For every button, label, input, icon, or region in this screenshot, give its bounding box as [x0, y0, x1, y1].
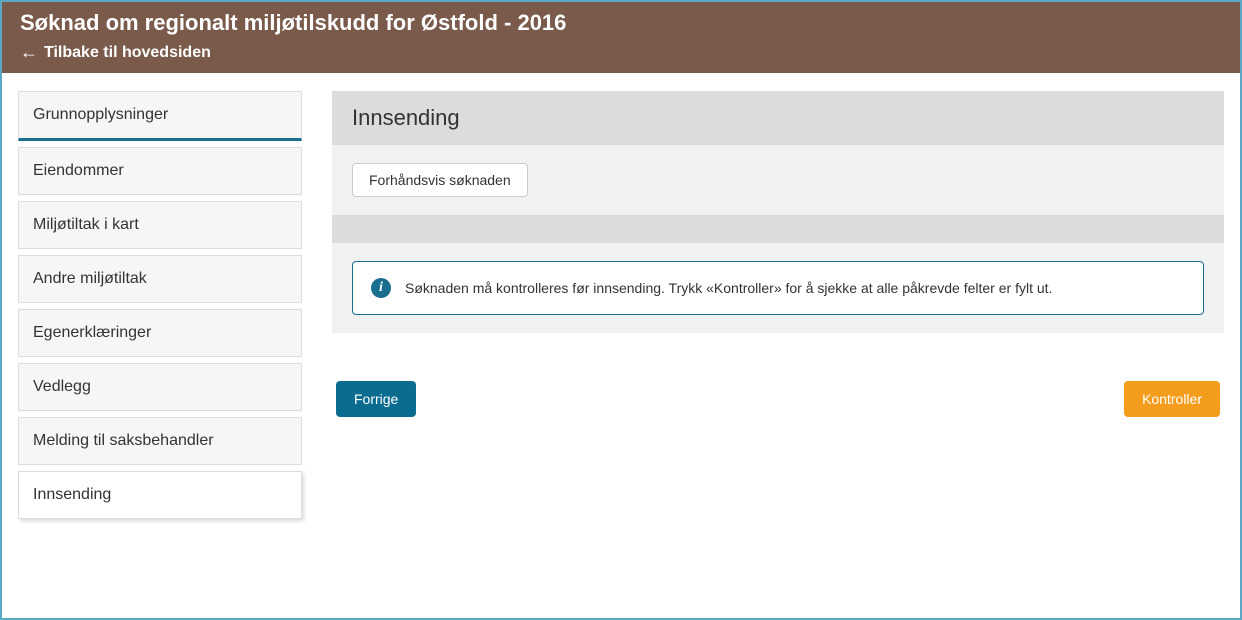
sidebar-item-label: Miljøtiltak i kart	[33, 216, 139, 233]
kontroller-button[interactable]: Kontroller	[1124, 381, 1220, 417]
sidebar-item-label: Melding til saksbehandler	[33, 432, 214, 449]
sidebar-item-melding[interactable]: Melding til saksbehandler	[18, 417, 302, 465]
page-header: Søknad om regionalt miljøtilskudd for Øs…	[2, 2, 1240, 73]
sidebar: Grunnopplysninger Eiendommer Miljøtiltak…	[18, 91, 302, 525]
back-link[interactable]: ← Tilbake til hovedsiden	[20, 42, 211, 63]
page-title: Søknad om regionalt miljøtilskudd for Øs…	[20, 10, 1222, 36]
sidebar-item-label: Andre miljøtiltak	[33, 270, 147, 287]
info-icon: i	[371, 278, 391, 298]
sidebar-item-innsending[interactable]: Innsending	[18, 471, 302, 519]
info-box: i Søknaden må kontrolleres før innsendin…	[352, 261, 1204, 315]
sidebar-item-label: Grunnopplysninger	[33, 106, 168, 123]
sidebar-item-eiendommer[interactable]: Eiendommer	[18, 147, 302, 195]
arrow-left-icon: ←	[20, 42, 38, 63]
sidebar-item-grunnopplysninger[interactable]: Grunnopplysninger	[18, 91, 302, 141]
panel-title: Innsending	[332, 91, 1224, 145]
sidebar-item-label: Vedlegg	[33, 378, 91, 395]
nav-buttons: Forrige Kontroller	[332, 381, 1224, 417]
panel-body-top: Forhåndsvis søknaden	[332, 145, 1224, 215]
sidebar-item-vedlegg[interactable]: Vedlegg	[18, 363, 302, 411]
panel: Innsending Forhåndsvis søknaden i Søknad…	[332, 91, 1224, 333]
info-message: Søknaden må kontrolleres før innsending.…	[405, 280, 1052, 296]
sidebar-item-label: Eiendommer	[33, 162, 124, 179]
back-link-label: Tilbake til hovedsiden	[44, 44, 211, 62]
prev-button[interactable]: Forrige	[336, 381, 416, 417]
main-content: Innsending Forhåndsvis søknaden i Søknad…	[332, 91, 1224, 525]
sidebar-item-egenerklaeringer[interactable]: Egenerklæringer	[18, 309, 302, 357]
sidebar-item-andre-miljotiltak[interactable]: Andre miljøtiltak	[18, 255, 302, 303]
sidebar-item-label: Egenerklæringer	[33, 324, 151, 341]
sidebar-item-miljotiltak-kart[interactable]: Miljøtiltak i kart	[18, 201, 302, 249]
preview-button[interactable]: Forhåndsvis søknaden	[352, 163, 528, 197]
sidebar-item-label: Innsending	[33, 486, 111, 503]
info-section: i Søknaden må kontrolleres før innsendin…	[332, 243, 1224, 333]
